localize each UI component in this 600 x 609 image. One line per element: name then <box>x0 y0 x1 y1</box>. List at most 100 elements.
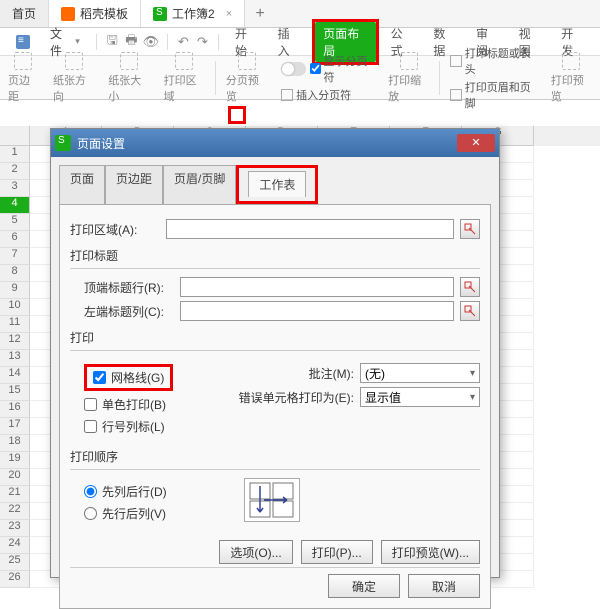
row-header[interactable]: 7 <box>0 248 30 265</box>
tab-sheet[interactable]: 工作表 <box>248 171 306 197</box>
show-breaks-check[interactable]: 显示分页符 <box>310 53 375 85</box>
size-icon <box>120 52 138 70</box>
scale-icon <box>400 52 418 70</box>
row-header[interactable]: 8 <box>0 265 30 282</box>
row-header[interactable]: 17 <box>0 418 30 435</box>
row-header[interactable]: 14 <box>0 367 30 384</box>
order-group-label: 打印顺序 <box>70 448 480 465</box>
dialog-body: 打印区域(A): 打印标题 顶端标题行(R): 左端标题列(C): 打印 网格线… <box>59 204 491 609</box>
toggle-switch[interactable] <box>281 62 305 76</box>
bw-label: 单色打印(B) <box>102 396 166 413</box>
tab-workbook-label: 工作簿2 <box>172 5 215 22</box>
options-button[interactable]: 选项(O)... <box>219 540 292 564</box>
ribbon-orient[interactable]: 纸张方向 <box>49 52 98 104</box>
ok-button[interactable]: 确定 <box>328 574 400 598</box>
row-header[interactable]: 15 <box>0 384 30 401</box>
row-header[interactable]: 1 <box>0 146 30 163</box>
undo-icon[interactable]: ↶ <box>176 34 191 50</box>
row-header[interactable]: 22 <box>0 503 30 520</box>
rowcol-label: 行号列标(L) <box>102 418 165 435</box>
row-header[interactable]: 2 <box>0 163 30 180</box>
ribbon: 页边距 纸张方向 纸张大小 打印区域 分页预览 显示分页符 插入分页符 打印缩放… <box>0 56 600 100</box>
rowcol-checkbox[interactable] <box>84 420 97 433</box>
gridlines-label: 网格线(G) <box>111 369 164 386</box>
select-all[interactable] <box>0 126 30 146</box>
row-header[interactable]: 6 <box>0 231 30 248</box>
ribbon-margins[interactable]: 页边距 <box>4 52 43 104</box>
left-cols-label: 左端标题列(C): <box>84 303 174 320</box>
print-order-icon <box>244 478 300 522</box>
highlight-sheet-tab: 工作表 <box>236 165 318 204</box>
dialog-titlebar[interactable]: 页面设置 ✕ <box>51 129 499 157</box>
tab-page[interactable]: 页面 <box>59 165 105 204</box>
preview-icon2 <box>238 52 256 70</box>
errors-combo[interactable]: 显示值 <box>360 387 480 407</box>
tab-header-footer[interactable]: 页眉/页脚 <box>163 165 236 204</box>
over-down-radio[interactable] <box>84 507 97 520</box>
break-icon <box>281 89 293 101</box>
row-header[interactable]: 21 <box>0 486 30 503</box>
insert-break-btn[interactable]: 插入分页符 <box>281 87 374 103</box>
left-cols-input[interactable] <box>180 301 454 321</box>
print-button[interactable]: 打印(P)... <box>301 540 373 564</box>
orient-icon <box>65 52 83 70</box>
bw-checkbox[interactable] <box>84 398 97 411</box>
ribbon-preview[interactable]: 分页预览 <box>222 52 271 104</box>
tab-margins[interactable]: 页边距 <box>105 165 163 204</box>
highlight-launcher <box>228 106 246 124</box>
row-header[interactable]: 24 <box>0 537 30 554</box>
print-titles-btn[interactable]: 打印标题或表头 <box>450 45 536 77</box>
down-over-label: 先列后行(D) <box>102 483 167 500</box>
redo-icon[interactable]: ↷ <box>195 34 210 50</box>
row-header[interactable]: 25 <box>0 554 30 571</box>
row-header[interactable]: 5 <box>0 214 30 231</box>
row-header[interactable]: 13 <box>0 350 30 367</box>
cancel-button[interactable]: 取消 <box>408 574 480 598</box>
range-select-button[interactable] <box>460 219 480 239</box>
app-menu[interactable] <box>8 33 38 51</box>
close-icon[interactable]: × <box>226 8 232 20</box>
over-down-label: 先行后列(V) <box>102 505 166 522</box>
highlight-gridlines: 网格线(G) <box>84 364 173 391</box>
spreadsheet-icon <box>153 7 167 21</box>
print-area-label: 打印区域(A): <box>70 221 160 238</box>
margins-icon <box>14 52 32 70</box>
row-header[interactable]: 11 <box>0 316 30 333</box>
range-select-button[interactable] <box>460 277 480 297</box>
range-select-button[interactable] <box>460 301 480 321</box>
dialog-tabstrip: 页面 页边距 页眉/页脚 工作表 <box>51 157 499 204</box>
print-area-icon <box>175 52 193 70</box>
row-header[interactable]: 3 <box>0 180 30 197</box>
row-header[interactable]: 26 <box>0 571 30 588</box>
comments-label: 批注(M): <box>234 365 354 382</box>
print-group-label: 打印 <box>70 329 480 346</box>
row-header[interactable]: 12 <box>0 333 30 350</box>
ribbon-print-area[interactable]: 打印区域 <box>160 52 209 104</box>
ribbon-scale[interactable]: 打印缩放 <box>384 52 433 104</box>
ribbon-size[interactable]: 纸张大小 <box>104 52 153 104</box>
print-icon[interactable]: 🖶 <box>124 34 139 50</box>
dialog-app-icon <box>55 135 71 151</box>
down-over-radio[interactable] <box>84 485 97 498</box>
row-header[interactable]: 19 <box>0 452 30 469</box>
row-header[interactable]: 4 <box>0 197 30 214</box>
tab-home-label: 首页 <box>12 5 36 22</box>
save-icon[interactable]: 🖫 <box>105 34 120 50</box>
row-header[interactable]: 23 <box>0 520 30 537</box>
row-header[interactable]: 10 <box>0 299 30 316</box>
preview-icon[interactable]: 👁 <box>143 34 159 50</box>
row-header[interactable]: 20 <box>0 469 30 486</box>
row-header[interactable]: 16 <box>0 401 30 418</box>
ribbon-print-preview[interactable]: 打印预览 <box>547 52 596 104</box>
errors-label: 错误单元格打印为(E): <box>234 389 354 406</box>
print-preview-button[interactable]: 打印预览(W)... <box>381 540 480 564</box>
row-header[interactable]: 18 <box>0 435 30 452</box>
comments-combo[interactable]: (无) <box>360 363 480 383</box>
print-area-input[interactable] <box>166 219 454 239</box>
gridlines-checkbox[interactable] <box>93 371 106 384</box>
print-hf-btn[interactable]: 打印页眉和页脚 <box>450 79 536 111</box>
templates-icon <box>61 7 75 21</box>
dialog-close-button[interactable]: ✕ <box>457 134 495 152</box>
top-rows-input[interactable] <box>180 277 454 297</box>
row-header[interactable]: 9 <box>0 282 30 299</box>
